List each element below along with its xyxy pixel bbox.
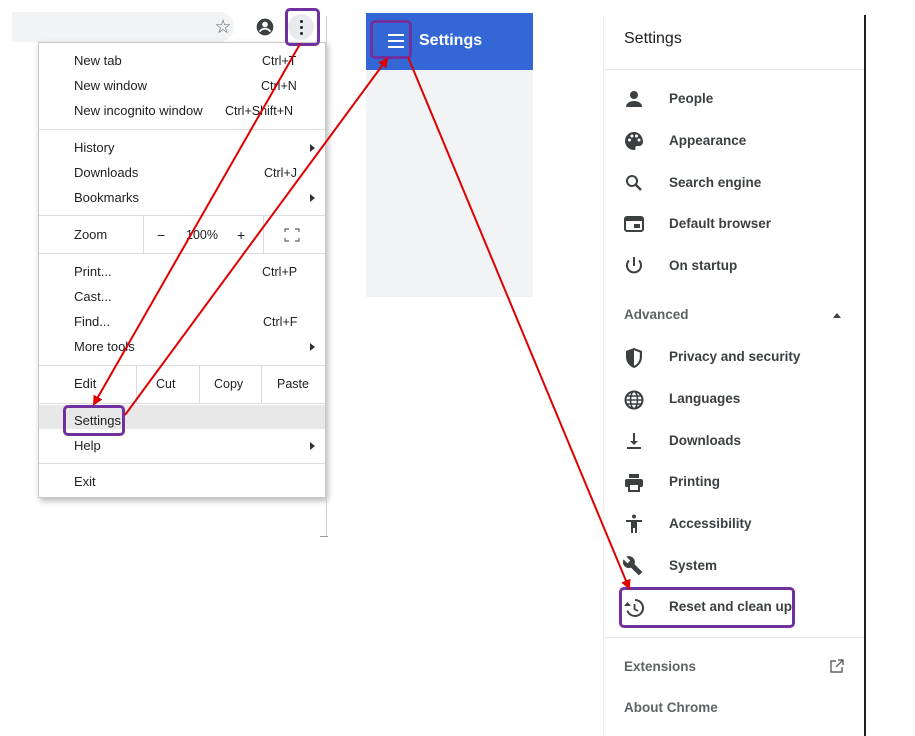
shield-icon [622,346,646,370]
shortcut-new-tab: Ctrl+T [262,54,297,68]
edit-divider [261,366,262,403]
sidebar-item-extensions[interactable]: Extensions [624,657,696,677]
highlight-settings-item [63,405,125,436]
printer-icon [622,471,646,495]
sidebar-item-privacy-security[interactable]: Privacy and security [669,347,800,367]
submenu-arrow-icon [310,194,315,202]
sidebar-divider [864,15,866,736]
search-icon [622,171,646,195]
zoom-divider [143,216,144,253]
sidebar-item-appearance[interactable]: Appearance [669,131,746,151]
accessibility-icon [622,512,646,536]
menu-item-find[interactable]: Find... [74,313,110,331]
menu-item-bookmarks[interactable]: Bookmarks [74,189,139,207]
sidebar-item-accessibility[interactable]: Accessibility [669,514,752,534]
menu-item-print[interactable]: Print... [74,263,112,281]
submenu-arrow-icon [310,442,315,450]
sidebar-item-people[interactable]: People [669,89,713,109]
wrench-icon [622,554,646,578]
shortcut-print: Ctrl+P [262,265,298,279]
sidebar-item-downloads[interactable]: Downloads [669,431,741,451]
menu-separator [39,215,325,216]
window-edge-foot [320,536,328,537]
sidebar-separator [603,637,864,638]
submenu-arrow-icon [310,343,315,351]
collapse-arrow-icon[interactable] [833,313,841,318]
sidebar-separator [603,69,864,70]
omnibox-edge [12,12,234,42]
menu-item-exit[interactable]: Exit [74,473,96,491]
copy-button[interactable]: Copy [214,375,243,393]
shortcut-new-incognito: Ctrl+Shift+N [225,104,294,118]
menu-item-new-incognito[interactable]: New incognito window [74,102,203,120]
menu-separator [39,403,325,404]
highlight-reset-item [619,587,795,628]
globe-icon [622,388,646,412]
sidebar-item-languages[interactable]: Languages [669,389,740,409]
submenu-arrow-icon [310,144,315,152]
sidebar-item-system[interactable]: System [669,556,717,576]
menu-item-help[interactable]: Help [74,437,101,455]
menu-separator [39,129,325,130]
sidebar-item-about-chrome[interactable]: About Chrome [624,698,718,718]
browser-icon [622,212,646,236]
menu-item-history[interactable]: History [74,139,114,157]
edit-divider [199,366,200,403]
menu-separator [39,365,325,366]
bookmark-star-icon[interactable]: ☆ [210,14,236,40]
menu-item-more-tools[interactable]: More tools [74,338,135,356]
open-in-new-icon[interactable] [829,658,845,674]
menu-item-edit: Edit [74,376,97,391]
menu-separator [39,253,325,254]
zoom-in-button[interactable]: + [237,226,245,244]
menu-item-downloads[interactable]: Downloads [74,164,138,182]
paste-button[interactable]: Paste [277,375,309,393]
sidebar-item-default-browser[interactable]: Default browser [669,214,771,234]
person-icon [622,87,646,111]
sidebar-item-search-engine[interactable]: Search engine [669,173,761,193]
shortcut-find: Ctrl+F [263,315,298,329]
sidebar-advanced-toggle[interactable]: Advanced [624,305,689,325]
menu-item-new-window[interactable]: New window [74,77,147,95]
profile-avatar-icon[interactable] [252,14,278,40]
shortcut-new-window: Ctrl+N [261,79,297,93]
sidebar-item-on-startup[interactable]: On startup [669,256,737,276]
download-icon [622,429,646,453]
shortcut-downloads: Ctrl+J [264,166,297,180]
fullscreen-icon[interactable] [284,228,300,242]
window-edge [326,16,327,536]
edit-divider [136,366,137,403]
sidebar-title: Settings [624,30,682,47]
cut-button[interactable]: Cut [156,375,175,393]
zoom-level: 100% [186,228,218,242]
sidebar-item-printing[interactable]: Printing [669,472,720,492]
settings-header-title: Settings [419,32,483,49]
palette-icon [622,129,646,153]
menu-item-new-tab[interactable]: New tab [74,52,122,70]
menu-item-cast[interactable]: Cast... [74,288,112,306]
menu-separator [39,463,325,464]
highlight-menu-button [285,8,320,46]
zoom-divider [263,216,264,253]
highlight-hamburger-button [370,20,412,59]
zoom-out-button[interactable]: − [157,226,165,244]
menu-item-zoom: Zoom [74,227,108,242]
power-icon [622,254,646,278]
